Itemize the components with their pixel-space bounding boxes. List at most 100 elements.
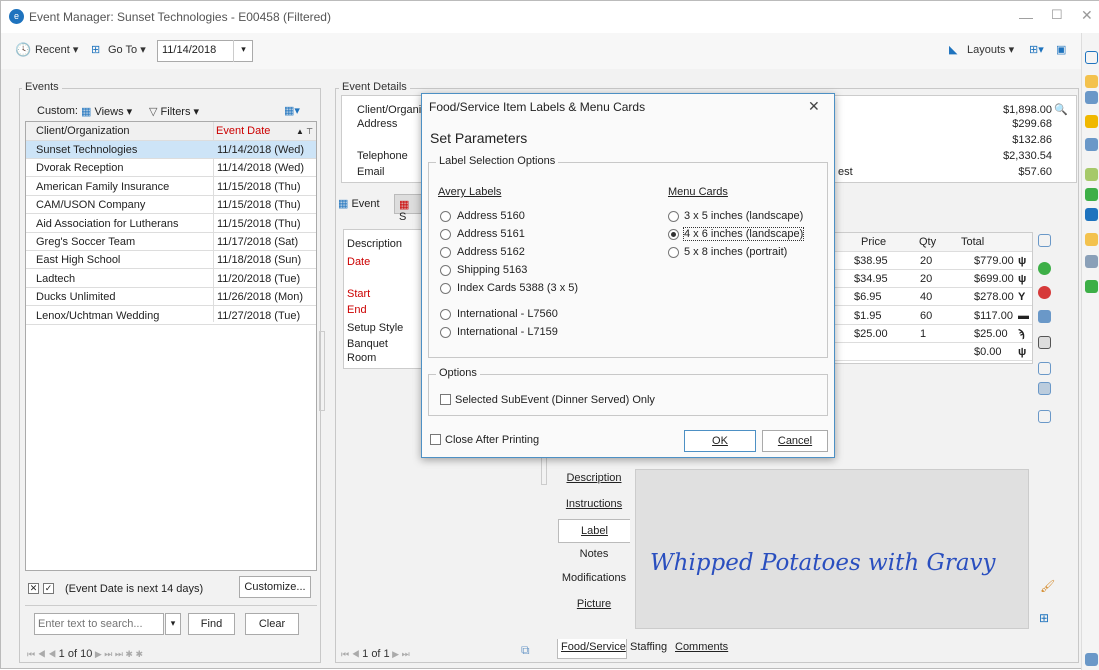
panel-icon[interactable]: ▣ [1056,43,1066,56]
table-row[interactable]: $1.95 60 $117.00 ▬ [834,307,1032,325]
tab-staffing[interactable]: Staffing [630,641,667,653]
layouts-button[interactable]: Layouts ▾ [967,43,1014,56]
table-row[interactable]: Greg's Soccer Team 11/17/2018 (Sat) [26,233,316,251]
filter-enable-checkbox[interactable]: ✓ [43,583,54,594]
coins-icon[interactable] [1085,233,1098,246]
clear-button[interactable]: Clear [245,613,299,635]
avery-radio[interactable] [440,211,451,222]
dialog-close-icon[interactable]: ✕ [808,98,820,115]
date-cell: 11/14/2018 (Wed) [217,144,305,156]
avery-radio[interactable] [440,327,451,338]
client-column-header[interactable]: Client/Organization [36,125,130,137]
list-icon[interactable] [1038,310,1051,323]
cancel-button[interactable]: Cancel [762,430,828,452]
table-row[interactable]: CAM/USON Company 11/15/2018 (Thu) [26,196,316,215]
tab-description[interactable]: Description [558,467,630,491]
tab-event[interactable]: ▦ Event [338,197,380,210]
table-row[interactable]: $0.00 ψ [834,343,1032,361]
avery-radio[interactable] [440,247,451,258]
date-column-header[interactable]: Event Date [216,125,270,137]
goto-button[interactable]: Go To ▾ [108,43,146,56]
tab-food-service[interactable]: Food/Service [557,639,627,659]
recent-button[interactable]: Recent ▾ [35,43,78,56]
tab-instructions[interactable]: Instructions [558,493,630,517]
search-input[interactable] [34,613,164,635]
table-row[interactable]: Aid Association for Lutherans 11/15/2018 … [26,215,316,233]
avery-radio[interactable] [440,283,451,294]
find-button[interactable]: Find [188,613,235,635]
select-icon[interactable] [1038,234,1051,247]
bell-icon[interactable] [1085,115,1098,128]
sub-only-checkbox[interactable] [440,394,451,405]
maximize-icon[interactable]: ☐ [1051,7,1063,23]
filters-button[interactable]: ▽ Filters ▾ [149,105,199,118]
avery-radio[interactable] [440,309,451,320]
close-icon[interactable]: ✕ [1081,7,1093,24]
amount-2: $299.68 [1012,118,1052,130]
add-item-icon[interactable] [1038,262,1051,275]
grid-icon[interactable] [1085,51,1098,64]
search-icon[interactable] [1085,653,1098,666]
table-row[interactable]: East High School 11/18/2018 (Sun) [26,251,316,270]
table-row[interactable]: American Family Insurance 11/15/2018 (Thu… [26,178,316,196]
add-icon[interactable] [1085,75,1098,88]
close-after-checkbox[interactable] [430,434,441,445]
date-dropdown-button[interactable]: ▾ [233,40,253,62]
ok-button[interactable]: OK [684,430,756,452]
copy-small-icon[interactable]: ⧉ [521,643,530,658]
table-row[interactable]: $6.95 40 $278.00 Y [834,288,1032,307]
search-dropdown-button[interactable]: ▾ [165,613,181,635]
table-row[interactable]: Ladtech 11/20/2018 (Tue) [26,270,316,288]
check-icon[interactable] [1085,280,1098,293]
tab-label[interactable]: Label [558,519,630,543]
qty-header[interactable]: Qty [919,236,936,248]
menu-card-radio[interactable] [668,211,679,222]
grid-layout-icon[interactable]: ⊞▾ [1029,43,1044,56]
table-row[interactable]: $25.00 1 $25.00 ϡ [834,325,1032,343]
refresh-icon[interactable] [1085,138,1098,151]
money-icon[interactable] [1085,188,1098,201]
item-type-icon: ψ [1018,273,1027,286]
brush-icon[interactable]: 🖌 [1040,579,1055,593]
views-button[interactable]: ▦ Views ▾ [81,105,132,118]
table-row[interactable]: Sunset Technologies 11/14/2018 (Wed) [26,141,316,159]
qty-cell: 20 [920,273,933,286]
expand-icon[interactable] [1038,382,1051,395]
grid-options-icon[interactable]: ▦▾ [284,104,300,117]
total-header[interactable]: Total [961,236,984,248]
desc-label: Setup Style [347,322,404,334]
menu-card-radio[interactable] [668,229,679,240]
table-view-icon[interactable]: ⊞ [1039,611,1049,625]
table-row[interactable]: $34.95 20 $699.00 ψ [834,270,1032,289]
clock-icon: 🕓 [15,42,32,57]
tab-modifications[interactable]: Modifications [558,567,630,591]
menu-card-radio[interactable] [668,247,679,258]
table-row[interactable]: Ducks Unlimited 11/26/2018 (Mon) [26,288,316,307]
avery-radio[interactable] [440,265,451,276]
table-row[interactable]: Lenox/Uchtman Wedding 11/27/2018 (Tue) [26,307,316,325]
minimize-icon[interactable]: — [1019,9,1033,25]
tab-notes[interactable]: Notes [558,543,630,567]
avery-radio[interactable] [440,229,451,240]
desc-label: Description [347,238,403,250]
table-row[interactable]: Dvorak Reception 11/14/2018 (Wed) [26,159,316,178]
percent-icon[interactable] [1085,208,1098,221]
table-icon[interactable] [1038,410,1051,423]
note-icon[interactable] [1085,255,1098,268]
inner-splitter[interactable] [541,455,547,485]
search-icon[interactable]: 🔍 [1054,103,1068,116]
copy-icon[interactable] [1038,362,1051,375]
avery-option-label: International - L7560 [457,308,558,320]
customize-button[interactable]: Customize... [239,576,311,598]
remove-item-icon[interactable] [1038,286,1051,299]
price-header[interactable]: Price [861,236,886,248]
tab-subevent[interactable]: ▦ S [394,194,424,223]
filter-clear-checkbox[interactable]: ✕ [28,583,39,594]
splitter[interactable] [319,331,325,411]
tab-picture[interactable]: Picture [558,593,630,617]
panel-toggle-icon[interactable] [1038,336,1051,349]
tab-comments[interactable]: Comments [675,641,728,653]
chart-icon[interactable] [1085,168,1098,181]
edit-icon[interactable] [1085,91,1098,104]
table-row[interactable]: $38.95 20 $779.00 ψ [834,252,1032,270]
